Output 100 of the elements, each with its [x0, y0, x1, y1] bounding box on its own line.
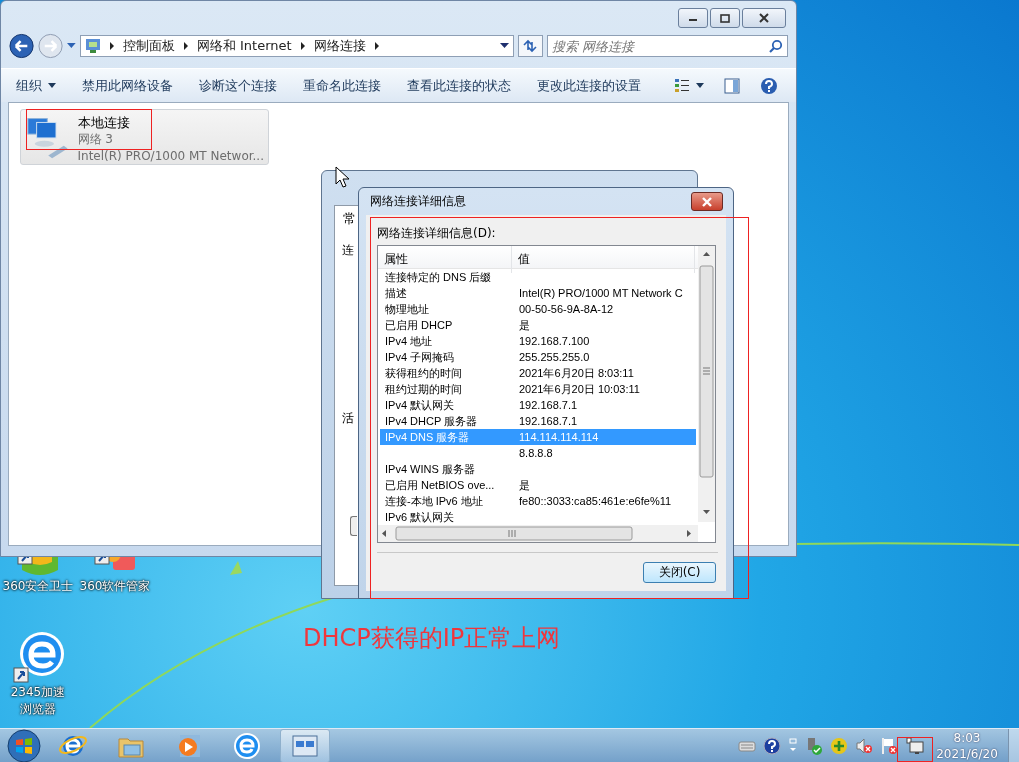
- value-cell-text: 8.8.8.8: [518, 446, 554, 461]
- section-label: 连: [342, 242, 354, 259]
- dropdown-arrow-icon: [67, 43, 76, 49]
- property-cell-text: IPv4 子网掩码: [384, 350, 456, 365]
- property-cell-text: IPv4 DNS 服务器: [384, 430, 471, 445]
- property-cell-text: IPv6 默认网关: [384, 510, 456, 525]
- speaker-muted-icon: [855, 736, 873, 755]
- property-cell-text: 租约过期的时间: [384, 382, 463, 397]
- value-cell-text: 192.168.7.100: [518, 334, 591, 349]
- search-icon: [769, 39, 783, 53]
- icon-label: 2345加速浏览器: [9, 684, 67, 718]
- network-name: 网络 3: [77, 131, 114, 148]
- preview-pane-icon: [724, 77, 740, 94]
- section-label: 活: [342, 410, 354, 427]
- property-cell-text: 连接-本地 IPv6 地址: [384, 494, 484, 509]
- show-desktop-button[interactable]: [1008, 728, 1019, 762]
- close-button[interactable]: [691, 192, 723, 211]
- property-cell-text: 已启用 NetBIOS ove...: [384, 478, 496, 493]
- network-window-icon: [290, 732, 320, 759]
- help-icon: [763, 736, 781, 755]
- clock-time: 8:03: [953, 729, 981, 746]
- value-cell-text: 192.168.7.1: [518, 398, 579, 413]
- connection-name: 本地连接: [77, 114, 131, 131]
- help-icon: [760, 76, 778, 95]
- adapter-name: Intel(R) PRO/1000 MT Networ...: [77, 148, 264, 165]
- toolbar-button[interactable]: 重命名此连接: [296, 72, 388, 99]
- list-row[interactable]: 连接-本地 IPv6 地址 fe80::3033:ca85:461e:e6fe%11: [380, 493, 696, 509]
- dialog-title: 网络连接详细信息: [369, 193, 466, 210]
- network-connection-tile[interactable]: 本地连接 网络 3 Intel(R) PRO/1000 MT Networ...: [20, 109, 269, 165]
- view-options-button[interactable]: [674, 77, 704, 94]
- list-row[interactable]: IPv4 子网掩码 255.255.255.0: [380, 349, 696, 365]
- close-dialog-button[interactable]: 关闭(C): [643, 562, 716, 583]
- property-cell-text: 已启用 DHCP: [384, 318, 454, 333]
- details-list[interactable]: [377, 245, 716, 543]
- caret-icon: [48, 83, 56, 88]
- property-cell-text: IPv4 WINS 服务器: [384, 462, 476, 477]
- close-button[interactable]: [742, 8, 786, 28]
- flag-error-icon: [880, 736, 898, 755]
- list-row[interactable]: 物理地址 00-50-56-9A-8A-12: [380, 301, 696, 317]
- windows-logo-icon: [7, 728, 41, 762]
- tab-label[interactable]: 常: [343, 210, 356, 228]
- list-row[interactable]: IPv4 WINS 服务器: [380, 461, 696, 477]
- maximize-button[interactable]: [710, 8, 740, 28]
- clock-date: 2021/6/20: [936, 745, 998, 762]
- list-row[interactable]: IPv6 默认网关: [380, 509, 696, 525]
- search-field[interactable]: 搜索 网络连接: [547, 35, 788, 57]
- dialog-button[interactable]: [350, 516, 357, 536]
- view-list-icon: [674, 77, 690, 94]
- close-icon: [701, 196, 713, 207]
- refresh-button[interactable]: [517, 35, 543, 57]
- property-cell-text: IPv4 默认网关: [384, 398, 456, 413]
- back-button-icon: [9, 33, 35, 59]
- property-cell-text: 连接特定的 DNS 后缀: [384, 270, 493, 285]
- list-row[interactable]: 已启用 DHCP 是: [380, 317, 696, 333]
- annotation-box: [897, 737, 933, 762]
- toolbar-button[interactable]: 查看此连接的状态: [400, 72, 518, 99]
- toolbar-button[interactable]: 诊断这个连接: [192, 72, 284, 99]
- value-cell-text: 255.255.255.0: [518, 350, 591, 365]
- list-row[interactable]: IPv4 DHCP 服务器 192.168.7.1: [380, 413, 696, 429]
- list-row[interactable]: 8.8.8.8: [380, 445, 696, 461]
- keyboard-icon: [738, 738, 756, 753]
- breadcrumb-item[interactable]: 控制面板: [122, 37, 175, 55]
- list-row[interactable]: IPv4 默认网关 192.168.7.1: [380, 397, 696, 413]
- toolbar-button[interactable]: 更改此连接的设置: [530, 72, 648, 99]
- toolbar-button[interactable]: 禁用此网络设备: [75, 72, 180, 99]
- breadcrumb-item[interactable]: 网络连接: [313, 37, 366, 55]
- list-label: 网络连接详细信息(D):: [377, 225, 497, 242]
- control-panel-icon: [84, 38, 101, 54]
- list-row[interactable]: 获得租约的时间 2021年6月20日 8:03:11: [380, 365, 696, 381]
- icon-label: 360软件管家: [78, 578, 152, 595]
- start-button[interactable]: [4, 728, 44, 762]
- list-row[interactable]: 已启用 NetBIOS ove... 是: [380, 477, 696, 493]
- browser-shortcut-icon: [12, 630, 64, 684]
- forward-button-icon: [38, 33, 64, 59]
- list-row[interactable]: 描述 Intel(R) PRO/1000 MT Network C: [380, 285, 696, 301]
- column-header[interactable]: 值: [512, 246, 695, 273]
- minimize-button[interactable]: [678, 8, 708, 28]
- column-header[interactable]: 属性: [378, 246, 512, 273]
- breadcrumb-item[interactable]: 网络和 Internet: [196, 37, 292, 55]
- leaf-icon: [230, 561, 242, 575]
- list-row[interactable]: IPv4 地址 192.168.7.100: [380, 333, 696, 349]
- refresh-icon: [522, 39, 539, 53]
- icon-label: 360安全卫士: [1, 578, 75, 595]
- list-row[interactable]: 租约过期的时间 2021年6月20日 10:03:11: [380, 381, 696, 397]
- chevron-right-icon: [373, 42, 380, 50]
- dropdown-arrow-icon: [499, 43, 509, 49]
- property-cell-text: IPv4 地址: [384, 334, 434, 349]
- value-cell-text: 是: [518, 478, 531, 493]
- property-cell-text: 描述: [384, 286, 408, 301]
- plus-circle-icon: [830, 736, 848, 755]
- value-cell-text: 00-50-56-9A-8A-12: [518, 302, 615, 317]
- chevron-right-icon: [108, 42, 115, 50]
- value-cell-text: fe80::3033:ca85:461e:e6fe%11: [518, 494, 673, 509]
- chevron-right-icon: [299, 42, 306, 50]
- value-cell-text: 192.168.7.1: [518, 414, 579, 429]
- toolbar-button[interactable]: 组织: [9, 72, 63, 99]
- network-monitor-icon: [905, 736, 925, 755]
- value-cell-text: 114.114.114.114: [518, 430, 600, 445]
- value-cell-text: 2021年6月20日 10:03:11: [518, 382, 641, 397]
- taskbar-network-window-button[interactable]: [280, 728, 330, 762]
